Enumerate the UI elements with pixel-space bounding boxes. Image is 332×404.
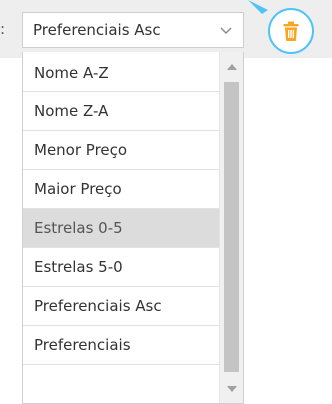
scroll-down-button[interactable] <box>220 378 243 400</box>
option-preferenciais[interactable]: Preferenciais <box>23 326 220 365</box>
options-list: Nome A-Z Nome Z-A Menor Preço Maior Preç… <box>23 52 220 365</box>
trash-icon <box>283 21 299 41</box>
option-menor-preco[interactable]: Menor Preço <box>23 131 220 170</box>
dropdown-scrollbar[interactable] <box>219 52 243 403</box>
option-estrelas-5-0[interactable]: Estrelas 5-0 <box>23 248 220 287</box>
chevron-down-icon <box>220 27 232 34</box>
sort-label-colon: : <box>0 20 6 38</box>
option-maior-preco[interactable]: Maior Preço <box>23 170 220 209</box>
scroll-down-arrow-icon <box>226 386 237 392</box>
option-nome-a-z[interactable]: Nome A-Z <box>23 52 220 92</box>
option-nome-z-a[interactable]: Nome Z-A <box>23 92 220 131</box>
scroll-thumb[interactable] <box>224 82 239 372</box>
sort-select[interactable]: Preferenciais Asc <box>22 12 244 48</box>
scroll-up-button[interactable] <box>220 56 243 78</box>
sort-options-dropdown: Nome A-Z Nome Z-A Menor Preço Maior Preç… <box>22 52 244 404</box>
sort-panel: : Preferenciais Asc Nome A-Z Nome Z-A Me… <box>0 0 332 404</box>
option-estrelas-0-5[interactable]: Estrelas 0-5 <box>23 209 220 248</box>
delete-button[interactable] <box>268 8 314 54</box>
callout-pointer <box>248 0 268 14</box>
sort-selected-value: Preferenciais Asc <box>33 21 161 39</box>
scroll-up-arrow-icon <box>226 64 237 70</box>
option-preferenciais-asc[interactable]: Preferenciais Asc <box>23 287 220 326</box>
